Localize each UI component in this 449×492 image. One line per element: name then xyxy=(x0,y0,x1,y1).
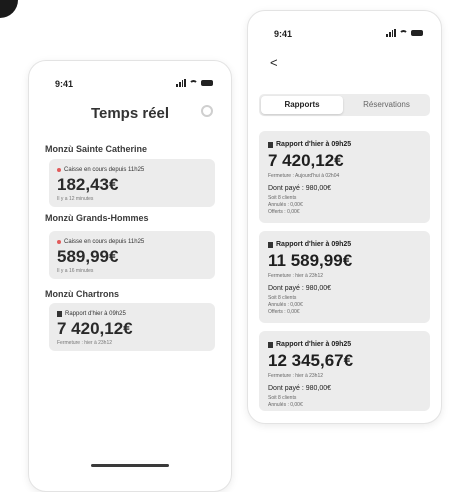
report-offered: Offerts : 0,00€ xyxy=(268,309,300,315)
live-dot-icon xyxy=(57,240,61,244)
location-card[interactable]: Rapport d'hier à 09h25 7 420,12€ Fermetu… xyxy=(49,303,215,351)
location-card[interactable]: Caisse en cours depuis 11h25 182,43€ Il … xyxy=(49,159,215,207)
report-clients: Soit 8 clients xyxy=(268,195,297,201)
signal-icon xyxy=(176,79,186,87)
phone-realtime: 9:41 Temps réel Monzù Sainte Catherine C… xyxy=(28,60,232,492)
card-subtitle: Fermeture : hier à 23h12 xyxy=(57,340,113,346)
back-button[interactable]: < xyxy=(270,55,278,70)
gear-icon[interactable] xyxy=(201,105,213,117)
document-icon xyxy=(268,141,273,148)
location-title: Monzù Sainte Catherine xyxy=(45,144,148,154)
report-amount: 7 420,12€ xyxy=(268,151,344,170)
status-bar: 9:41 xyxy=(55,79,213,93)
tab-reservations[interactable]: Réservations xyxy=(345,96,428,114)
battery-icon xyxy=(411,30,423,36)
card-amount: 7 420,12€ xyxy=(57,319,133,338)
report-card[interactable]: Rapport d'hier à 09h25 7 420,12€ Fermetu… xyxy=(259,131,430,223)
report-closing: Fermeture : hier à 23h12 xyxy=(268,273,324,279)
location-title: Monzù Chartrons xyxy=(45,289,119,299)
report-cancelled: Annulés : 0,00€ xyxy=(268,202,303,208)
location-title: Monzù Grands-Hommes xyxy=(45,213,149,223)
report-clients: Soit 8 clients xyxy=(268,395,297,401)
report-closing: Fermeture : Aujourd'hui à 02h04 xyxy=(268,173,340,179)
card-caption: Rapport d'hier à 09h25 xyxy=(65,311,126,317)
report-paid: Dont payé : 980,00€ xyxy=(268,385,332,392)
wifi-icon xyxy=(399,29,408,37)
report-paid: Dont payé : 980,00€ xyxy=(268,185,332,192)
battery-icon xyxy=(201,80,213,86)
home-indicator[interactable] xyxy=(91,464,169,467)
report-cancelled: Annulés : 0,00€ xyxy=(268,402,303,408)
document-icon xyxy=(268,341,273,348)
report-card[interactable]: Rapport d'hier à 09h25 11 589,99€ Fermet… xyxy=(259,231,430,323)
phone-reports: 9:41 < Rapports Réservations Rapport d'h… xyxy=(247,10,442,424)
card-caption: Caisse en cours depuis 11h25 xyxy=(64,167,145,173)
report-caption: Rapport d'hier à 09h25 xyxy=(276,341,352,348)
report-closing: Fermeture : hier à 23h12 xyxy=(268,373,324,379)
report-paid: Dont payé : 980,00€ xyxy=(268,285,332,292)
status-time: 9:41 xyxy=(55,79,74,89)
report-card[interactable]: Rapport d'hier à 09h25 12 345,67€ Fermet… xyxy=(259,331,430,411)
report-caption: Rapport d'hier à 09h25 xyxy=(276,141,352,148)
live-dot-icon xyxy=(57,168,61,172)
status-time: 9:41 xyxy=(274,29,293,39)
report-cancelled: Annulés : 0,00€ xyxy=(268,302,303,308)
report-clients: Soit 8 clients xyxy=(268,295,297,301)
document-icon xyxy=(57,311,62,317)
card-amount: 589,99€ xyxy=(57,247,119,266)
wifi-icon xyxy=(189,79,198,87)
report-amount: 11 589,99€ xyxy=(268,251,353,270)
segmented-control: Rapports Réservations xyxy=(259,94,430,116)
card-subtitle: Il y a 16 minutes xyxy=(57,268,94,274)
tab-rapports[interactable]: Rapports xyxy=(261,96,343,114)
document-icon xyxy=(268,241,273,248)
status-bar: 9:41 xyxy=(274,29,423,43)
report-caption: Rapport d'hier à 09h25 xyxy=(276,241,352,248)
card-amount: 182,43€ xyxy=(57,175,119,194)
card-subtitle: Il y a 12 minutes xyxy=(57,196,94,202)
corner-decoration xyxy=(0,0,18,18)
card-caption: Caisse en cours depuis 11h25 xyxy=(64,239,145,245)
report-amount: 12 345,67€ xyxy=(268,351,354,370)
location-card[interactable]: Caisse en cours depuis 11h25 589,99€ Il … xyxy=(49,231,215,279)
signal-icon xyxy=(386,29,396,37)
report-offered: Offerts : 0,00€ xyxy=(268,209,300,215)
